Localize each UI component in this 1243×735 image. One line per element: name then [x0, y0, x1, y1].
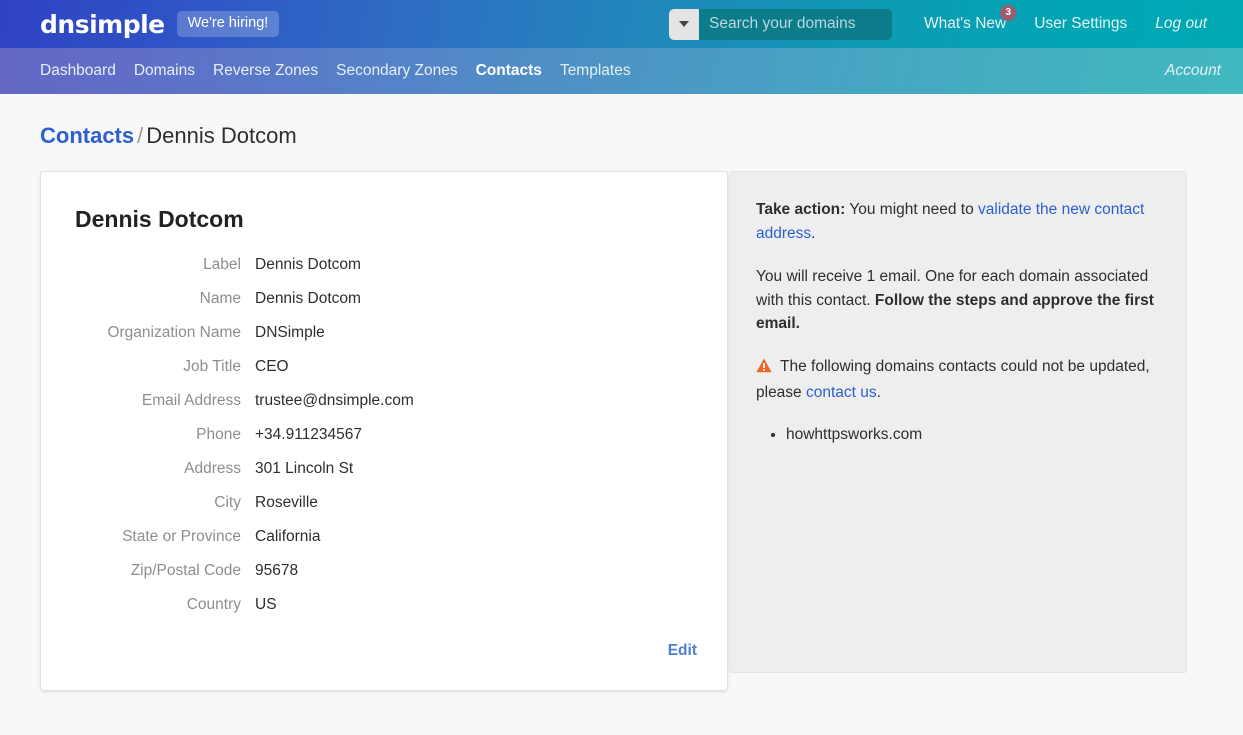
warning-paragraph: The following domains contacts could not…	[756, 355, 1162, 404]
field-value: US	[255, 596, 277, 614]
field-label: Address	[75, 460, 255, 478]
brand-group: dnsimple We're hiring!	[40, 11, 279, 38]
search-box	[669, 9, 892, 40]
whats-new-label: What's New	[924, 15, 1006, 32]
field-label: Organization Name	[75, 324, 255, 342]
nav-item-dashboard[interactable]: Dashboard	[40, 62, 116, 80]
contact-name-heading: Dennis Dotcom	[75, 206, 697, 234]
field-value: +34.911234567	[255, 426, 362, 444]
log-out-link[interactable]: Log out	[1141, 15, 1221, 33]
field-value: trustee@dnsimple.com	[255, 392, 414, 410]
top-header-right: What's New 3 User Settings Log out	[669, 9, 1221, 40]
nav-item-account[interactable]: Account	[1165, 62, 1221, 80]
breadcrumb-current: Dennis Dotcom	[146, 123, 296, 148]
field-row-organization-name: Organization Name DNSimple	[75, 324, 697, 342]
field-label: State or Province	[75, 528, 255, 546]
nav-item-contacts[interactable]: Contacts	[476, 62, 542, 80]
field-value: Dennis Dotcom	[255, 290, 361, 308]
nav-item-reverse-zones[interactable]: Reverse Zones	[213, 62, 318, 80]
breadcrumb-contacts-link[interactable]: Contacts	[40, 123, 134, 148]
field-label: Job Title	[75, 358, 255, 376]
field-label: Name	[75, 290, 255, 308]
field-label: Email Address	[75, 392, 255, 410]
field-row-name: Name Dennis Dotcom	[75, 290, 697, 308]
take-action-paragraph: Take action: You might need to validate …	[756, 198, 1162, 245]
field-label: Label	[75, 256, 255, 274]
email-instructions-paragraph: You will receive 1 email. One for each d…	[756, 265, 1162, 336]
list-item: howhttpsworks.com	[786, 423, 1162, 447]
field-row-zip-postal-code: Zip/Postal Code 95678	[75, 562, 697, 580]
field-row-address: Address 301 Lincoln St	[75, 460, 697, 478]
whats-new-link[interactable]: What's New 3	[910, 15, 1020, 33]
take-action-period: .	[811, 225, 815, 242]
take-action-panel: Take action: You might need to validate …	[729, 171, 1187, 673]
hiring-badge[interactable]: We're hiring!	[177, 11, 280, 38]
field-row-email-address: Email Address trustee@dnsimple.com	[75, 392, 697, 410]
nav-item-secondary-zones[interactable]: Secondary Zones	[336, 62, 458, 80]
field-value: CEO	[255, 358, 289, 376]
nav-item-templates[interactable]: Templates	[560, 62, 631, 80]
field-value: Dennis Dotcom	[255, 256, 361, 274]
warning-triangle-icon	[756, 357, 772, 381]
failed-domains-list: howhttpsworks.com	[756, 423, 1162, 447]
field-label: Zip/Postal Code	[75, 562, 255, 580]
nav-item-domains[interactable]: Domains	[134, 62, 195, 80]
field-label: City	[75, 494, 255, 512]
contact-details-card: Dennis Dotcom Label Dennis Dotcom Name D…	[40, 171, 728, 691]
whats-new-badge: 3	[1000, 5, 1016, 21]
field-value: 301 Lincoln St	[255, 460, 353, 478]
take-action-label: Take action:	[756, 201, 845, 218]
field-value: DNSimple	[255, 324, 325, 342]
field-label: Country	[75, 596, 255, 614]
edit-contact-link[interactable]: Edit	[668, 642, 697, 659]
field-row-city: City Roseville	[75, 494, 697, 512]
field-label: Phone	[75, 426, 255, 444]
content-columns: Dennis Dotcom Label Dennis Dotcom Name D…	[40, 171, 1203, 691]
field-value: 95678	[255, 562, 298, 580]
search-scope-dropdown-button[interactable]	[669, 9, 699, 40]
primary-navigation-bar: Dashboard Domains Reverse Zones Secondar…	[0, 48, 1243, 94]
search-input[interactable]	[699, 9, 892, 40]
contact-field-list: Label Dennis Dotcom Name Dennis Dotcom O…	[75, 256, 697, 614]
warning-period: .	[877, 384, 881, 401]
user-settings-link[interactable]: User Settings	[1020, 15, 1141, 33]
field-value: California	[255, 528, 320, 546]
field-row-job-title: Job Title CEO	[75, 358, 697, 376]
take-action-text: You might need to	[845, 201, 978, 218]
field-row-phone: Phone +34.911234567	[75, 426, 697, 444]
field-row-country: Country US	[75, 596, 697, 614]
field-row-label: Label Dennis Dotcom	[75, 256, 697, 274]
breadcrumb: Contacts/Dennis Dotcom	[40, 94, 1203, 171]
top-header-bar: dnsimple We're hiring! What's New 3 User…	[0, 0, 1243, 48]
field-row-state-or-province: State or Province California	[75, 528, 697, 546]
dnsimple-logo[interactable]: dnsimple	[40, 12, 165, 37]
page-body: Contacts/Dennis Dotcom Dennis Dotcom Lab…	[0, 94, 1243, 691]
card-actions: Edit	[75, 630, 697, 660]
field-value: Roseville	[255, 494, 318, 512]
breadcrumb-separator: /	[134, 123, 146, 148]
contact-us-link[interactable]: contact us	[806, 384, 877, 401]
chevron-down-icon	[679, 21, 689, 27]
